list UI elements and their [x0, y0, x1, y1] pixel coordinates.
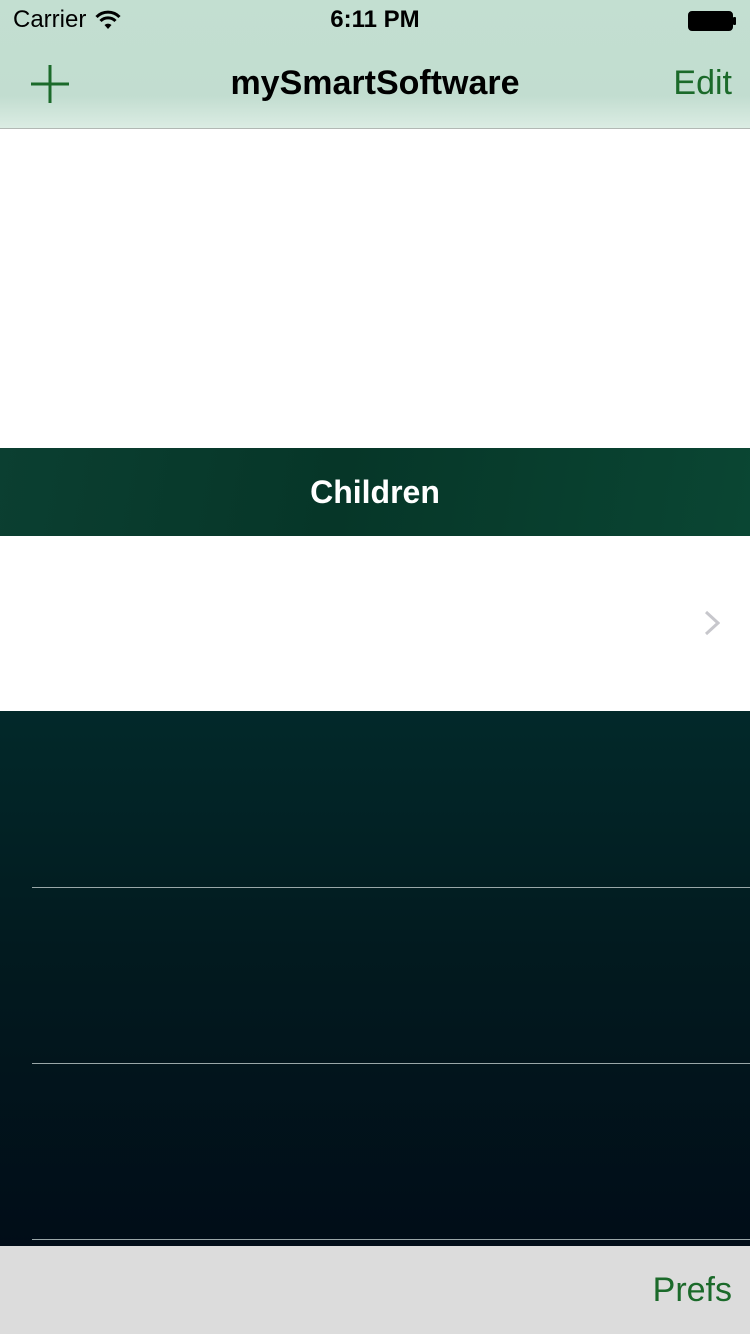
battery-icon [688, 10, 738, 37]
bottom-toolbar: Prefs [0, 1246, 750, 1334]
dark-list-area [0, 711, 750, 1246]
table-row[interactable] [0, 1064, 750, 1239]
table-row[interactable] [0, 711, 750, 886]
section-header: Children [0, 448, 750, 536]
row-divider [32, 1239, 750, 1240]
nav-title: mySmartSoftware [230, 64, 520, 102]
edit-button[interactable]: Edit [673, 64, 732, 103]
empty-content-area [0, 129, 750, 448]
chevron-right-icon [704, 610, 720, 636]
top-bar: Carrier 6:11 PM mySmartSoftware Edit [0, 0, 750, 129]
plus-icon [31, 65, 69, 103]
add-button[interactable] [28, 62, 72, 106]
status-carrier: Carrier [13, 6, 122, 34]
section-header-label: Children [310, 473, 440, 510]
table-row[interactable] [0, 536, 750, 711]
wifi-icon [95, 10, 121, 29]
table-row[interactable] [0, 888, 750, 1063]
prefs-button[interactable]: Prefs [653, 1271, 732, 1310]
carrier-label: Carrier [13, 6, 87, 33]
